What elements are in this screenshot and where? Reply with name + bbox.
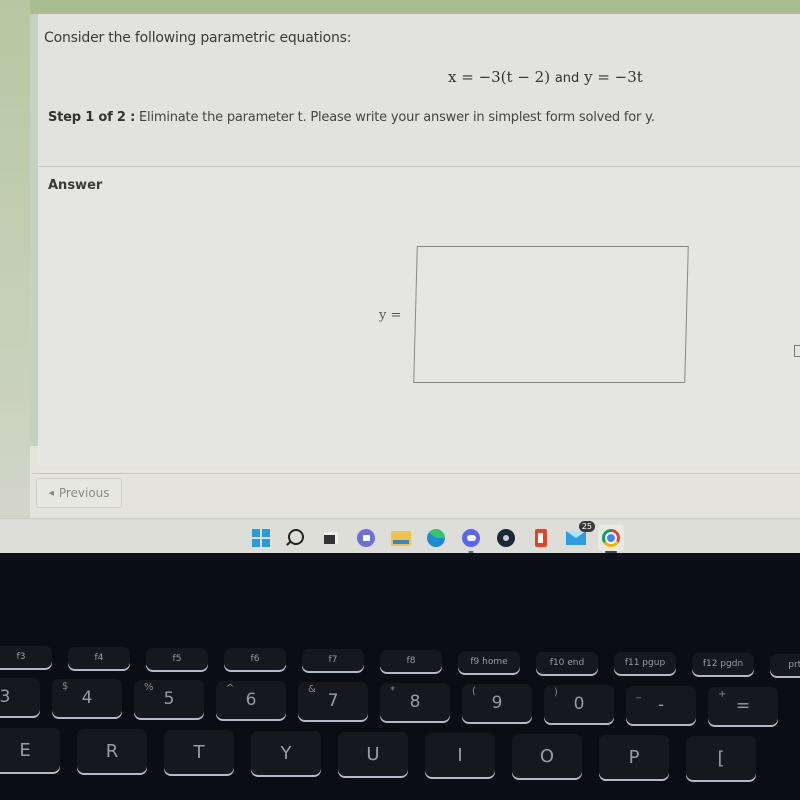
key-Y[interactable]: Y	[251, 731, 321, 775]
left-rail	[0, 0, 30, 548]
key-R[interactable]: R	[77, 729, 147, 773]
key-5[interactable]: % 5	[134, 680, 204, 718]
running-indicator	[468, 551, 474, 553]
key-f4[interactable]: f4	[68, 646, 130, 669]
active-indicator	[605, 551, 617, 553]
key-O[interactable]: O	[512, 734, 582, 778]
taskbar-steam[interactable]	[493, 525, 519, 551]
chrome-icon	[602, 529, 620, 547]
footer-divider	[32, 473, 800, 474]
key-U[interactable]: U	[338, 732, 408, 776]
key-label: 8	[409, 692, 421, 712]
meet-icon	[357, 529, 375, 547]
key-7[interactable]: & 7	[298, 682, 368, 720]
answer-input[interactable]	[413, 246, 689, 383]
mail-icon	[566, 531, 586, 545]
key-9[interactable]: (9	[462, 684, 532, 722]
taskbar-mail[interactable]: 25	[563, 521, 595, 551]
key-shift-label: +	[718, 689, 727, 700]
taskbar-file-explorer[interactable]	[388, 525, 414, 551]
top-bar	[0, 0, 800, 15]
key-label: 6	[245, 690, 257, 710]
key-shift-label: *	[390, 685, 395, 696]
mail-badge: 25	[578, 521, 595, 532]
key-T[interactable]: T	[164, 730, 234, 774]
key-0[interactable]: ) 0	[544, 685, 614, 723]
key-f8[interactable]: f8	[380, 650, 442, 672]
y-equation: y = −3t	[584, 68, 643, 86]
key-shift-label: %	[144, 682, 154, 693]
step-text: Eliminate the parameter t. Please write …	[139, 110, 655, 125]
key-f10[interactable]: f10 end	[536, 651, 598, 674]
key-shift-label: )	[554, 687, 558, 698]
step-instruction: Step 1 of 2 : Eliminate the parameter t.…	[48, 110, 655, 125]
key-label: 5	[163, 689, 175, 709]
key-6[interactable]: ^ 6	[216, 681, 286, 719]
key-shift-label: $	[62, 681, 69, 692]
key-8[interactable]: * 8	[380, 683, 450, 721]
key-label: =	[735, 696, 751, 716]
taskbar-search[interactable]	[283, 525, 309, 551]
steam-icon	[497, 529, 515, 547]
key-shift-label: &	[308, 684, 316, 695]
taskbar-start[interactable]	[248, 525, 274, 551]
laptop-keyboard: f3 f4 f5 f6 f7 f8 f9 home f10 end f11 pgup f12 pg…	[0, 560, 800, 800]
previous-button[interactable]: ◀ Previous	[36, 478, 122, 508]
key-shift-label: _	[636, 688, 641, 699]
answer-field-label: y =	[379, 308, 402, 323]
key-f6[interactable]: f6	[224, 648, 286, 671]
taskbar-office[interactable]	[528, 525, 554, 551]
key-P[interactable]: P	[599, 735, 669, 779]
edge-icon	[427, 529, 445, 547]
key-f11[interactable]: f11 pgup	[614, 652, 676, 675]
taskbar-discord[interactable]	[458, 525, 484, 553]
x-equation: x = −3(t − 2)	[448, 68, 551, 86]
key--[interactable]: _ -	[626, 686, 696, 724]
key-label: 7	[327, 691, 339, 711]
folder-icon	[391, 530, 411, 546]
step-label: Step 1 of 2 :	[48, 110, 136, 125]
search-icon	[288, 528, 304, 545]
key-=[interactable]: + =	[708, 687, 778, 725]
key-E[interactable]: E	[0, 728, 60, 772]
key-f9[interactable]: f9 home	[458, 650, 520, 673]
key-f7[interactable]: f7	[302, 649, 364, 672]
question-intro: Consider the following parametric equati…	[44, 30, 352, 46]
key-f5[interactable]: f5	[146, 647, 208, 670]
key-label: 9	[491, 693, 503, 713]
key-I[interactable]: I	[425, 733, 495, 777]
key-shift-label: ^	[226, 683, 235, 694]
previous-label: Previous	[58, 486, 110, 500]
chevron-left-icon: ◀	[48, 489, 54, 497]
key-3[interactable]: #3	[0, 678, 40, 716]
task-view-icon	[324, 532, 338, 544]
windows-start-icon	[252, 529, 270, 547]
key-[[interactable]: [	[686, 736, 756, 780]
key-label: 3	[0, 687, 11, 707]
key-label: 0	[573, 694, 585, 714]
key-4[interactable]: $4	[52, 679, 122, 717]
key-label: 4	[81, 688, 93, 708]
office-icon	[535, 529, 547, 547]
screen: Consider the following parametric equati…	[0, 0, 800, 548]
answer-heading: Answer	[48, 178, 103, 193]
key-f3[interactable]: f3	[0, 646, 52, 668]
taskbar-icons: 25	[248, 521, 624, 553]
key-shift-label: (	[472, 686, 476, 697]
taskbar-chrome[interactable]	[598, 525, 624, 553]
taskbar-meet[interactable]	[353, 525, 379, 551]
equation-conjunction: and	[554, 71, 580, 86]
taskbar-edge[interactable]	[423, 525, 449, 551]
key-prt[interactable]: prt sc	[770, 654, 800, 676]
taskbar-task-view[interactable]	[318, 525, 344, 551]
side-tab-marker[interactable]	[794, 345, 800, 357]
discord-icon	[462, 529, 480, 547]
parametric-equations: x = −3(t − 2) and y = −3t	[448, 68, 643, 86]
key-f12[interactable]: f12 pgdn	[692, 653, 754, 676]
key-label: -	[657, 695, 665, 715]
